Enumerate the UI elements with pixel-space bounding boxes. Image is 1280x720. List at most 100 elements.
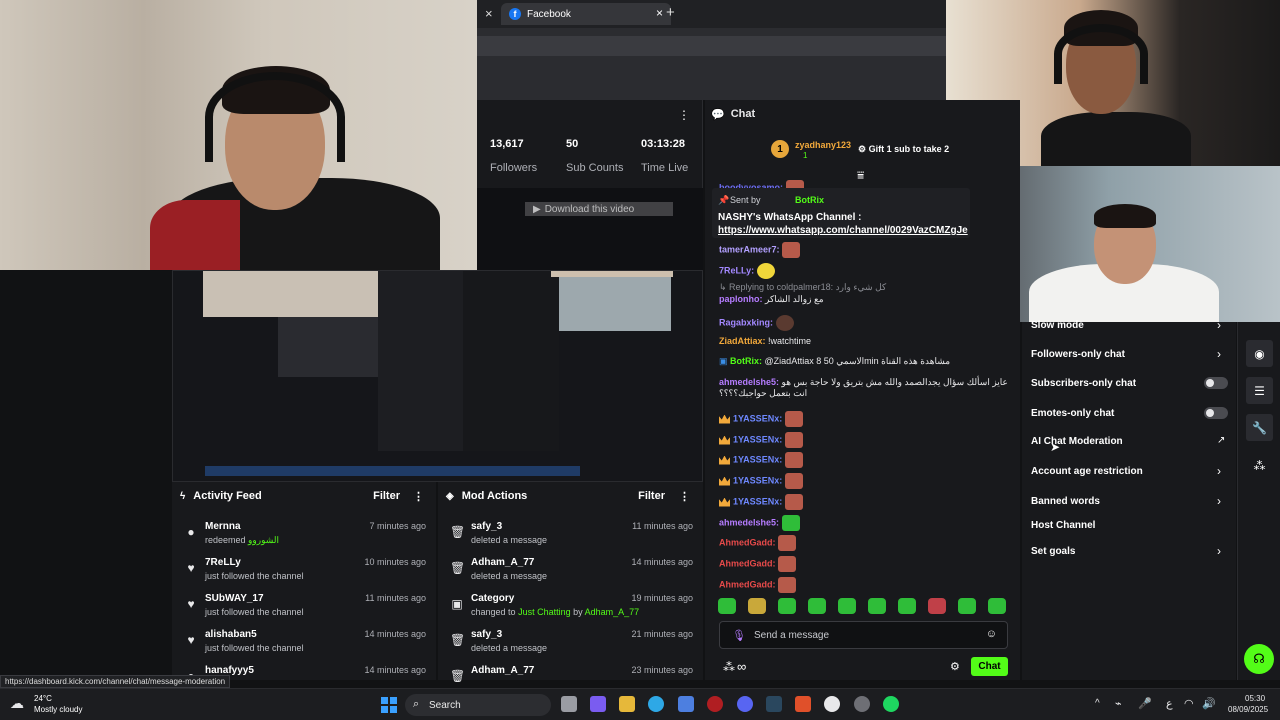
chat-message[interactable]: ahmedelshe5: عايز اسألك سؤال يجدالصمد وا… [719, 377, 1009, 399]
list-item[interactable]: ♥ SUbWAY_17 just followed the channel 11… [172, 590, 436, 626]
chat-message[interactable]: paplonho: مع زوالد الشاكر [719, 294, 824, 305]
chat-input[interactable]: 🎙 Send a message ☺ [719, 621, 1008, 649]
subscribers-only-toggle[interactable] [1204, 377, 1228, 389]
gift-sub-button[interactable]: ⚙ Gift 1 sub to take 2 [858, 144, 949, 155]
copilot-icon[interactable] [590, 696, 606, 712]
list-item[interactable]: 🗑 Adham_A_77 deleted a message 14 minute… [438, 554, 703, 590]
list-item[interactable]: 🗑 safy_3 deleted a message 11 minutes ag… [438, 518, 703, 554]
microphone-icon[interactable]: 🎙 [732, 629, 746, 642]
heart-icon: ♥ [187, 633, 195, 647]
chat-settings-menu: Slow mode › Followers-only chat › Subscr… [1022, 318, 1236, 680]
weather-desc[interactable]: Mostly cloudy [34, 705, 82, 714]
discord-icon[interactable] [737, 696, 753, 712]
wifi-icon[interactable]: ◠ [1184, 697, 1194, 710]
microphone-icon[interactable]: 🎤 [1138, 697, 1152, 710]
more-options-icon[interactable]: ⋮ [413, 490, 424, 503]
setting-set-goals[interactable]: Set goals [1031, 546, 1075, 557]
store-icon[interactable] [678, 696, 694, 712]
pinned-message[interactable]: 📌 Sent by BotRix NASHY's WhatsApp Channe… [712, 188, 970, 238]
tab-facebook[interactable]: f Facebook × [501, 3, 671, 25]
stat-time-live: 03:13:28 Time Live [641, 138, 689, 174]
filter-button[interactable]: Filter [638, 490, 665, 502]
spotify-icon[interactable] [883, 696, 899, 712]
chat-message[interactable]: ▣ BotRix: @ZiadAttiax 8 الاسمي 50min مشا… [719, 356, 950, 367]
app-icon[interactable] [707, 696, 723, 712]
setting-ai-chat-moderation[interactable]: AI Chat Moderation [1031, 436, 1123, 447]
list-item[interactable]: 🗑 safy_3 deleted a message 21 minutes ag… [438, 626, 703, 662]
chat-message[interactable]: AhmedGadd: [719, 577, 797, 593]
chevron-right-icon[interactable]: › [1217, 318, 1221, 332]
task-view-icon[interactable] [561, 696, 577, 712]
obs-icon[interactable] [854, 696, 870, 712]
chat-message[interactable]: Ragabxking: [719, 315, 794, 331]
list-item[interactable]: ♥ alishaban5 just followed the channel 1… [172, 626, 436, 662]
chevron-up-icon[interactable]: ^ [1095, 698, 1100, 709]
send-chat-button[interactable]: Chat [971, 657, 1008, 676]
chevron-right-icon[interactable]: › [1217, 347, 1221, 361]
setting-slow-mode[interactable]: Slow mode [1031, 320, 1084, 331]
layout-icon[interactable]: ☰ [1246, 377, 1273, 404]
chat-message[interactable]: 7ReLLy: [719, 263, 775, 279]
chevron-right-icon[interactable]: › [1217, 494, 1221, 508]
setting-host-channel[interactable]: Host Channel [1031, 520, 1095, 531]
file-explorer-icon[interactable] [619, 696, 635, 712]
support-headset-icon[interactable]: ☊ [1244, 644, 1274, 674]
emotes-only-toggle[interactable] [1204, 407, 1228, 419]
external-link-icon[interactable]: ↗ [1217, 435, 1225, 446]
speaker-icon[interactable]: 🔊 [1202, 697, 1216, 710]
stat-sub-counts: 50 Sub Counts [566, 138, 624, 174]
chat-message[interactable]: 1YASSENx: [719, 494, 803, 510]
activity-feed-title: Activity Feed [193, 490, 262, 502]
chevron-right-icon[interactable]: › [1217, 464, 1221, 478]
taskbar-search[interactable]: ⌕ Search [405, 694, 551, 716]
close-icon[interactable]: × [656, 6, 663, 20]
list-item[interactable]: ▣ Category changed to Just Chatting by A… [438, 590, 703, 626]
chat-message[interactable]: 1YASSENx: [719, 411, 803, 427]
chat-message[interactable]: 1YASSENx: [719, 473, 803, 489]
emoji-icon[interactable]: ☺ [986, 628, 997, 640]
broadcast-icon[interactable]: ◉ [1246, 340, 1273, 367]
new-tab-icon[interactable]: + [666, 4, 675, 21]
chat-message[interactable]: AhmedGadd: [719, 556, 797, 572]
wrench-icon[interactable]: 🔧 [1246, 414, 1273, 441]
search-icon: ⌕ [413, 698, 420, 710]
chat-message[interactable]: ZiadAttiax: !watchtime [719, 336, 811, 346]
setting-banned-words[interactable]: Banned words [1031, 496, 1100, 507]
clock-date[interactable]: 08/09/2025 [1228, 705, 1268, 714]
close-tab-icon[interactable]: × [485, 6, 493, 21]
network-icon[interactable]: ⌁ [1115, 697, 1122, 710]
top-gifter-name[interactable]: zyadhany123 [795, 140, 851, 150]
chat-message[interactable]: 1YASSENx: [719, 452, 803, 468]
edge-icon[interactable] [648, 696, 664, 712]
filter-icon[interactable]: ⩸ [857, 168, 864, 183]
gear-icon[interactable]: ⚙ [950, 660, 960, 673]
whatsapp-link[interactable]: https://www.whatsapp.com/channel/0029Vaz… [718, 225, 970, 236]
filter-button[interactable]: Filter [373, 490, 400, 502]
list-item[interactable]: ♥ 7ReLLy just followed the channel 10 mi… [172, 554, 436, 590]
download-video-bar[interactable]: ▶ Download this video [525, 202, 673, 216]
steam-icon[interactable] [766, 696, 782, 712]
setting-emotes-only[interactable]: Emotes-only chat [1031, 408, 1114, 419]
weather-icon[interactable]: ☁ [10, 695, 24, 712]
setting-followers-only[interactable]: Followers-only chat [1031, 349, 1125, 360]
clock-time[interactable]: 05:30 [1245, 694, 1265, 703]
list-item[interactable]: ● Mernna redeemed الشوروو 7 minutes ago [172, 518, 436, 554]
chevron-right-icon[interactable]: › [1217, 544, 1221, 558]
points-icon[interactable]: ⁂ [723, 660, 735, 674]
emote-bar[interactable] [718, 598, 1008, 616]
chat-message[interactable]: 1YASSENx: [719, 432, 803, 448]
chat-message[interactable]: ahmedelshe5: [719, 515, 800, 531]
list-item[interactable]: 🗑 Adham_A_77 23 minutes ago [438, 662, 703, 683]
chrome-icon[interactable] [824, 696, 840, 712]
weather-temp[interactable]: 24°C [34, 694, 52, 703]
more-options-icon[interactable]: ⋮ [679, 490, 690, 503]
chat-message[interactable]: tamerAmeer7: [719, 242, 801, 258]
more-options-icon[interactable]: ⋮ [678, 108, 690, 122]
windows-start-icon[interactable] [381, 697, 397, 713]
brave-icon[interactable] [795, 696, 811, 712]
chat-message[interactable]: AhmedGadd: [719, 535, 797, 551]
language-indicator[interactable]: ع [1166, 697, 1173, 710]
points-icon[interactable]: ⁂ [1246, 452, 1273, 479]
setting-account-age[interactable]: Account age restriction [1031, 466, 1143, 477]
setting-subscribers-only[interactable]: Subscribers-only chat [1031, 378, 1136, 389]
